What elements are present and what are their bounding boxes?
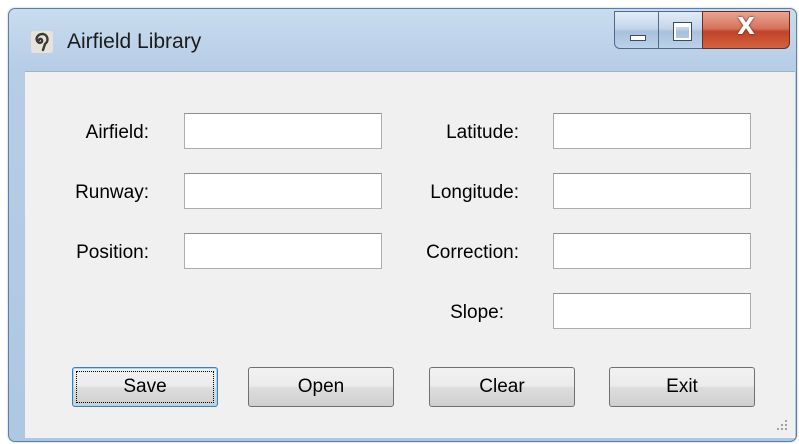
longitude-label: Longitude: [430, 182, 519, 203]
focus-rectangle [76, 371, 214, 403]
maximize-button[interactable] [658, 11, 702, 49]
app-icon [31, 31, 53, 53]
position-label: Position: [76, 242, 149, 263]
airfield-input[interactable] [184, 113, 382, 149]
longitude-input[interactable] [553, 173, 751, 209]
latitude-label: Latitude: [446, 122, 519, 143]
resize-grip-icon[interactable] [775, 418, 789, 432]
maximize-icon [673, 22, 692, 41]
slope-label: Slope: [450, 302, 504, 323]
correction-label: Correction: [426, 242, 519, 263]
correction-input[interactable] [553, 233, 751, 269]
minimize-button[interactable] [614, 11, 658, 49]
airfield-label: Airfield: [85, 122, 149, 143]
runway-label: Runway: [75, 182, 149, 203]
exit-button[interactable]: Exit [609, 367, 755, 407]
form-client-area: Airfield: Runway: Position: Latitude: Lo… [25, 71, 795, 438]
title-bar[interactable]: Airfield Library X [9, 9, 796, 65]
window-title: Airfield Library [67, 30, 202, 53]
close-button[interactable]: X [702, 11, 790, 49]
save-button[interactable]: Save [72, 367, 218, 407]
slope-input[interactable] [553, 293, 751, 329]
runway-input[interactable] [184, 173, 382, 209]
clear-button[interactable]: Clear [429, 367, 575, 407]
close-icon: X [737, 14, 755, 40]
position-input[interactable] [184, 233, 382, 269]
latitude-input[interactable] [553, 113, 751, 149]
caption-buttons: X [614, 11, 790, 49]
open-button[interactable]: Open [248, 367, 394, 407]
app-window: Airfield Library X Airfield: Runway: Pos… [8, 8, 797, 442]
minimize-icon [630, 35, 646, 41]
